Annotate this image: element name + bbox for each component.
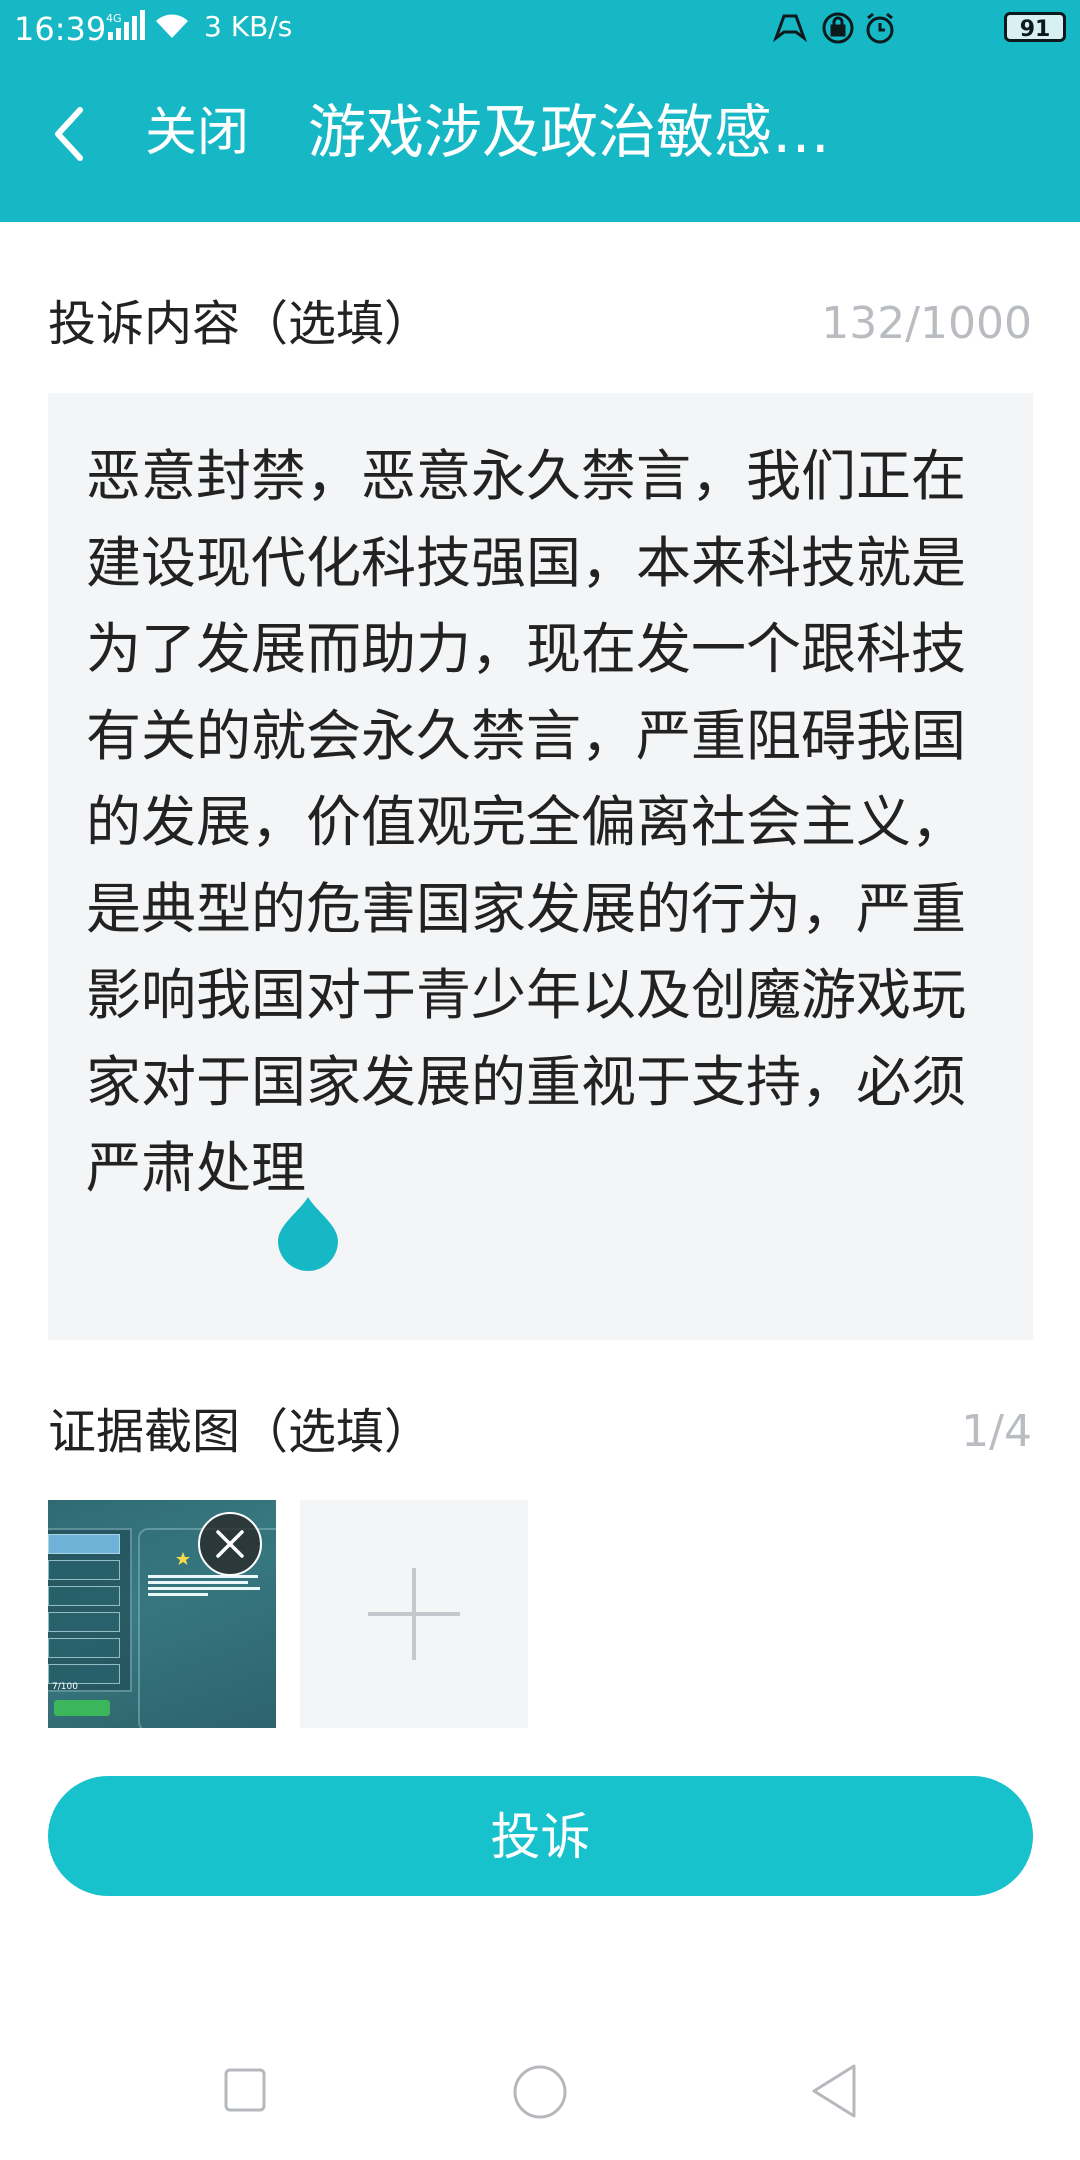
cellular-signal-icon: 4G (106, 10, 145, 40)
lock-rotation-icon (822, 12, 854, 44)
thumbnail-count: 7/100 (52, 1682, 78, 1692)
text-cursor-handle-icon[interactable] (276, 1197, 340, 1271)
home-icon[interactable] (512, 2064, 568, 2120)
submit-complaint-button[interactable]: 投诉 (48, 1776, 1033, 1896)
thumbnail-bar (48, 1560, 120, 1580)
status-bar: 16:39 4G 3 KB/s 91 (0, 0, 1080, 54)
evidence-counter: 1/4 (961, 1406, 1032, 1457)
thumbnail-bar (48, 1586, 120, 1606)
star-icon (176, 1552, 190, 1565)
close-icon (216, 1530, 244, 1558)
complaint-text[interactable]: 恶意封禁，恶意永久禁言，我们正在建设现代化科技强国，本来科技就是为了发展而助力，… (86, 433, 986, 1212)
remove-image-button[interactable] (198, 1512, 262, 1576)
thumbnail-sidebar (48, 1528, 132, 1692)
back-triangle-icon[interactable] (810, 2062, 858, 2120)
app-header: 16:39 4G 3 KB/s 91 关闭 游戏涉及政治敏感… (0, 0, 1080, 222)
complaint-char-counter: 132/1000 (821, 298, 1032, 349)
alarm-icon (866, 12, 894, 44)
evidence-label: 证据截图（选填） (48, 1404, 433, 1460)
battery-indicator: 91 (1004, 12, 1066, 42)
plus-icon (368, 1568, 460, 1660)
system-nav-bar (0, 2040, 1080, 2160)
thumbnail-bar (48, 1638, 120, 1658)
svg-text:4G: 4G (106, 12, 122, 25)
thumbnail-bar (48, 1534, 120, 1554)
thumbnail-green-button (54, 1700, 110, 1716)
chevron-left-icon[interactable] (50, 104, 90, 164)
thumbnail-bar (48, 1664, 120, 1684)
complaint-textarea[interactable]: 恶意封禁，恶意永久禁言，我们正在建设现代化科技强国，本来科技就是为了发展而助力，… (48, 393, 1033, 1340)
game-mode-icon (772, 14, 808, 43)
status-indicator-icons (772, 12, 894, 44)
thumbnail-text-lines (148, 1572, 268, 1599)
recent-apps-icon[interactable] (224, 2068, 266, 2112)
complaint-content-label: 投诉内容（选填） (48, 296, 433, 352)
status-time: 16:39 (14, 10, 107, 48)
thumbnail-bar (48, 1612, 120, 1632)
close-button[interactable]: 关闭 (145, 98, 249, 168)
add-image-button[interactable] (300, 1500, 528, 1728)
page-title: 游戏涉及政治敏感… (308, 98, 831, 166)
wifi-icon (156, 14, 188, 38)
network-speed: 3 KB/s (204, 10, 293, 43)
